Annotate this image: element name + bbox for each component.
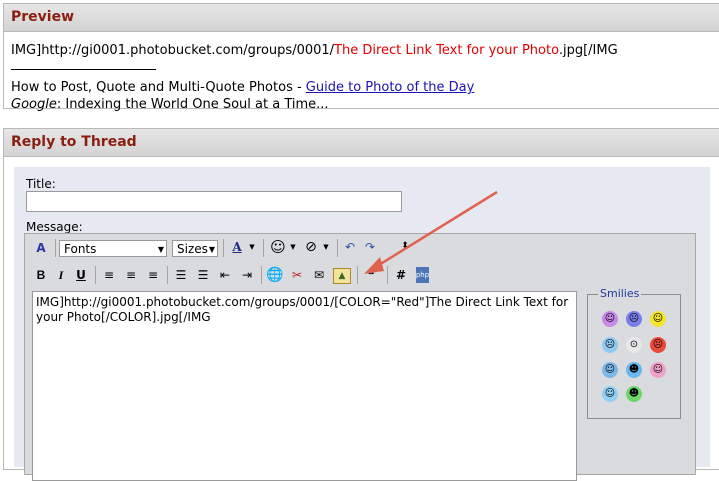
ordered-list-icon[interactable]: ☰	[171, 265, 191, 285]
chevron-down-icon[interactable]: ▼	[288, 237, 298, 257]
smiley-icon[interactable]: ☺	[268, 237, 288, 257]
toolbar-separator	[387, 266, 388, 284]
fonts-select-value: Fonts	[64, 242, 97, 256]
insert-email-icon[interactable]: ✉	[309, 265, 329, 285]
message-label: Message:	[26, 220, 83, 234]
toolbar-separator	[263, 239, 264, 257]
preview-url-end: .jpg[/IMG	[558, 43, 618, 58]
wrap-quote-icon[interactable]: ❝	[361, 265, 381, 285]
preview-title: Preview	[4, 4, 719, 32]
smilies-label: Smilies	[598, 287, 642, 300]
smiley-rolleyes-icon[interactable]: ☺	[602, 386, 618, 402]
insert-link-icon[interactable]: 🌐	[265, 265, 285, 285]
preview-panel: Preview IMG]http://gi0001.photobucket.co…	[3, 3, 719, 112]
indent-icon[interactable]: ⇥	[237, 265, 257, 285]
preview-body: IMG]http://gi0001.photobucket.com/groups…	[4, 32, 719, 123]
toolbar-separator	[261, 266, 262, 284]
insert-image-icon[interactable]: ▲	[333, 268, 351, 284]
smiley-tongue-icon[interactable]: ☺	[650, 362, 666, 378]
signature-text: How to Post, Quote and Multi-Quote Photo…	[11, 80, 306, 95]
underline-button[interactable]: U	[71, 265, 91, 285]
chevron-down-icon: ▼	[157, 245, 164, 254]
signature-line: How to Post, Quote and Multi-Quote Photo…	[11, 79, 713, 96]
guide-link[interactable]: Guide to Photo of the Day	[306, 80, 475, 95]
preview-red-text: The Direct Link Text for your Photo	[334, 43, 559, 58]
text-color-icon[interactable]: A	[227, 237, 247, 257]
remove-link-icon[interactable]: ✂	[287, 265, 307, 285]
bold-button[interactable]: B	[31, 265, 51, 285]
smiley-happy-icon[interactable]: ☺	[602, 311, 618, 327]
title-label: Title:	[26, 177, 56, 191]
smiley-biggrin-icon[interactable]: ☻	[626, 386, 642, 402]
toolbar-separator	[357, 266, 358, 284]
redo-icon[interactable]: ↷	[360, 237, 380, 257]
italic-button[interactable]: I	[51, 265, 71, 285]
reply-title: Reply to Thread	[4, 129, 719, 157]
toolbar-separator	[167, 266, 168, 284]
wrap-code-button[interactable]: #	[391, 265, 411, 285]
attachment-icon[interactable]: ⊘	[301, 237, 321, 257]
toolbar-separator	[337, 239, 338, 257]
sizes-select-value: Sizes	[177, 242, 208, 256]
align-right-icon[interactable]: ≡	[143, 265, 163, 285]
preview-img-line: IMG]http://gi0001.photobucket.com/groups…	[11, 42, 713, 59]
reply-panel: Reply to Thread Title: Message: A Fonts ▼…	[3, 128, 719, 481]
toolbar-separator	[55, 239, 56, 257]
preview-url-text: IMG]http://gi0001.photobucket.com/groups…	[11, 43, 335, 58]
smiley-angry-icon[interactable]: ☹	[650, 337, 666, 353]
fonts-select[interactable]: Fonts ▼	[59, 240, 167, 257]
reply-form: Title: Message: A Fonts ▼ Sizes ▼ A ▼ ☺ ▼ …	[14, 167, 710, 481]
align-center-icon[interactable]: ≡	[121, 265, 141, 285]
align-left-icon[interactable]: ≡	[99, 265, 119, 285]
remove-format-icon[interactable]: A	[31, 238, 51, 258]
smiley-wink-icon[interactable]: ☺	[602, 362, 618, 378]
smiley-cool-icon[interactable]: ☻	[626, 362, 642, 378]
outdent-icon[interactable]: ⇤	[215, 265, 235, 285]
message-textarea[interactable]: IMG]http://gi0001.photobucket.com/groups…	[32, 291, 577, 481]
chevron-down-icon[interactable]: ▼	[247, 237, 257, 257]
resize-icon[interactable]: ⬍	[395, 236, 415, 256]
smiley-smile-icon[interactable]: ☺	[650, 311, 666, 327]
smiley-mad-icon[interactable]: ☹	[626, 311, 642, 327]
google-text: : Indexing the World One Soul at a Time.…	[56, 97, 329, 112]
signature-divider	[11, 61, 156, 70]
chevron-down-icon: ▼	[208, 245, 215, 254]
message-editor: A Fonts ▼ Sizes ▼ A ▼ ☺ ▼ ⊘ ▼ ↶ ↷ ⬍ B I U …	[24, 233, 696, 481]
smilies-box: Smilies ☺ ☹ ☺ ☹ ⊙ ☹ ☺ ☻ ☺ ☺ ☻	[587, 287, 681, 419]
unordered-list-icon[interactable]: ☰	[193, 265, 213, 285]
smiley-eek-icon[interactable]: ⊙	[626, 337, 642, 353]
smiley-confused-icon[interactable]: ☹	[602, 337, 618, 353]
toolbar-separator	[223, 239, 224, 257]
undo-icon[interactable]: ↶	[340, 237, 360, 257]
toolbar-separator	[95, 266, 96, 284]
sizes-select[interactable]: Sizes ▼	[172, 240, 218, 257]
wrap-php-button[interactable]: php	[416, 267, 429, 283]
apple-icon[interactable]	[650, 386, 666, 402]
chevron-down-icon[interactable]: ▼	[321, 237, 331, 257]
google-label: Google	[11, 97, 57, 112]
title-input[interactable]	[26, 191, 402, 212]
signature-google-line: Google: Indexing the World One Soul at a…	[11, 96, 713, 113]
